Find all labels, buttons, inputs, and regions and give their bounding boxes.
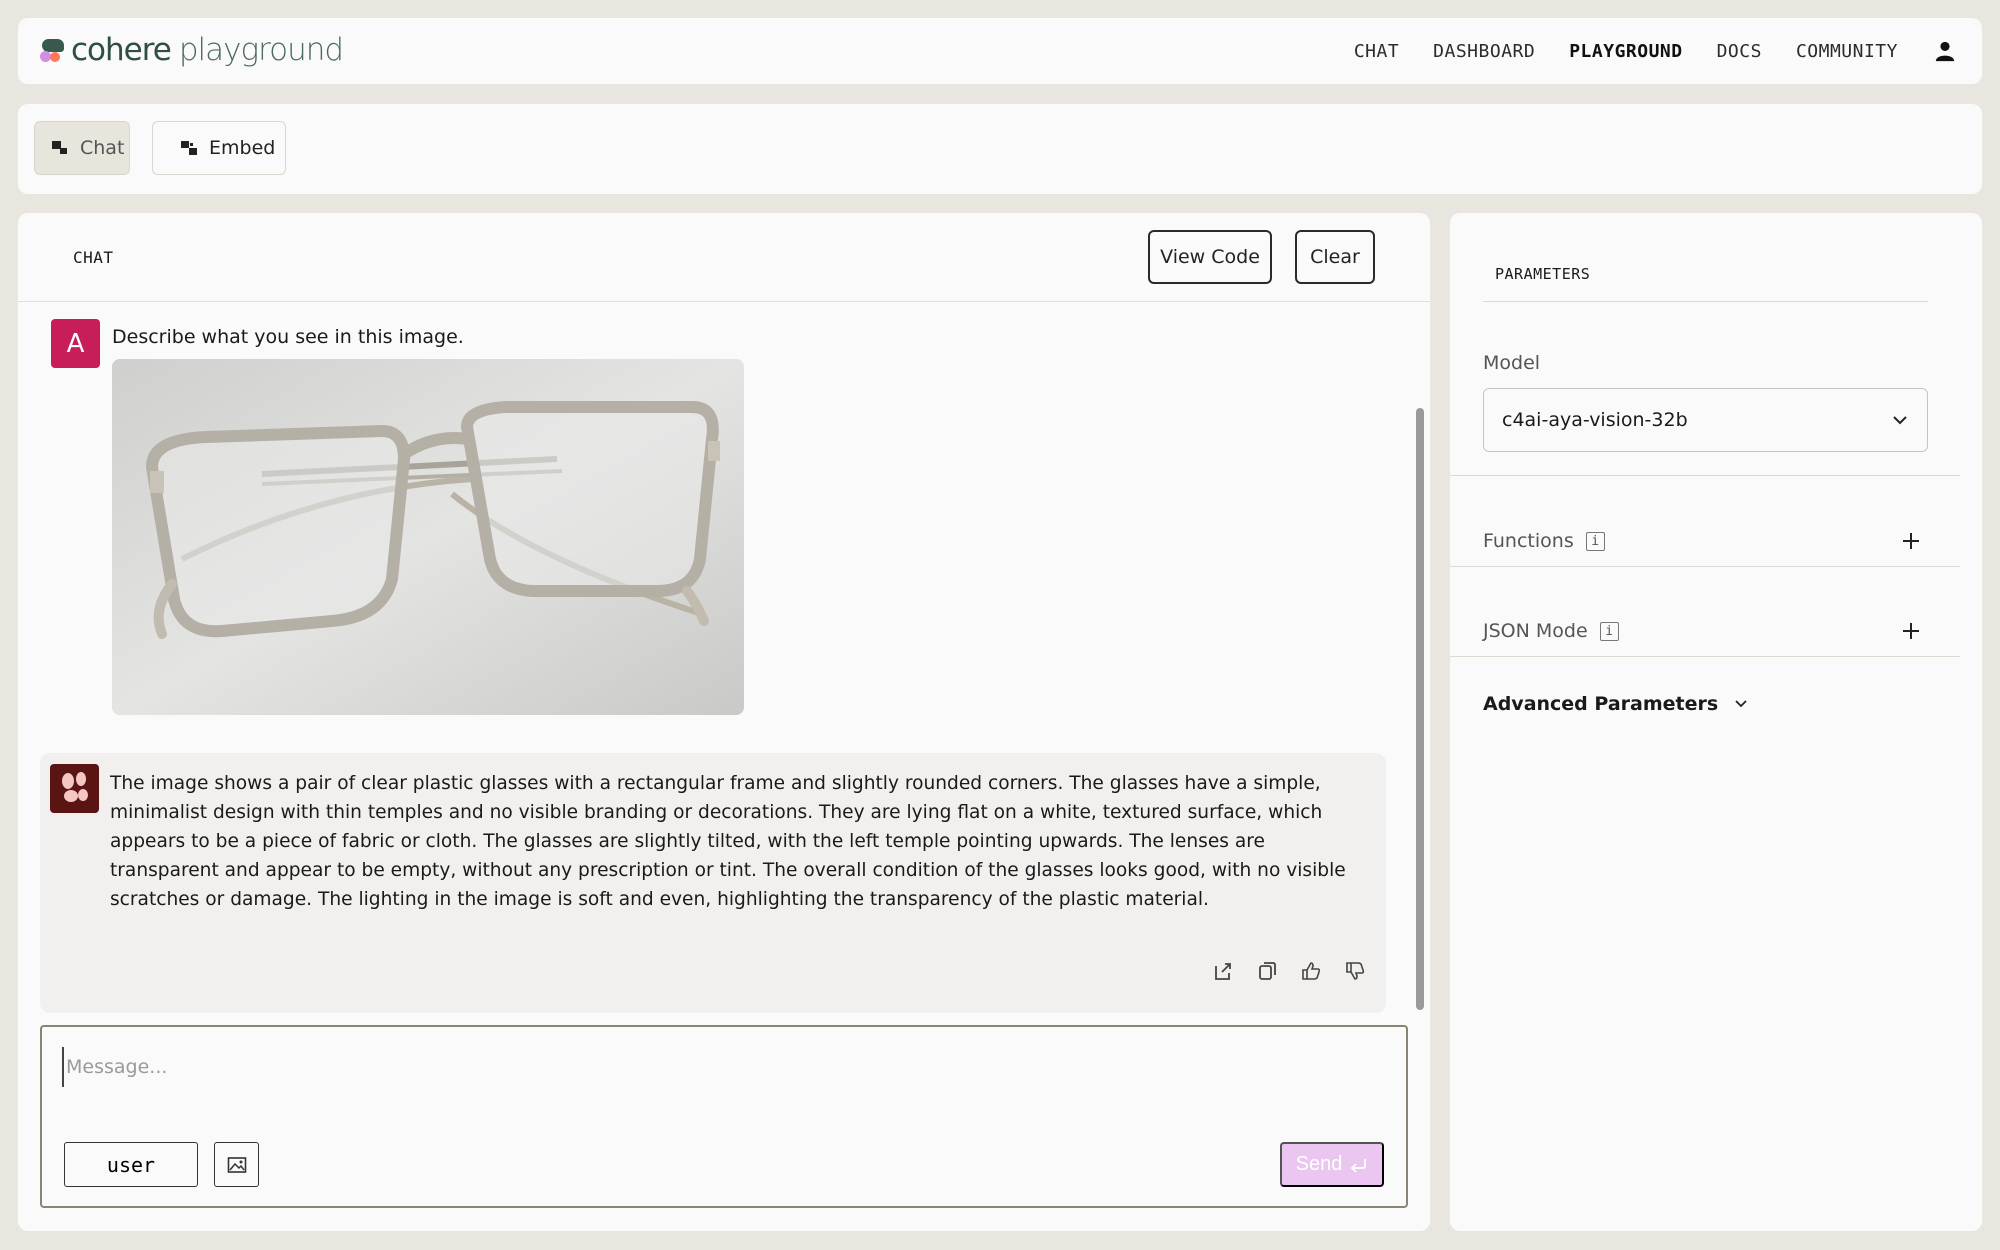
model-select[interactable]: c4ai-aya-vision-32b	[1483, 388, 1928, 452]
attach-image-button[interactable]	[214, 1142, 259, 1187]
chat-panel: CHAT View Code Clear A Describe what you…	[18, 213, 1430, 1231]
main-nav: CHAT DASHBOARD PLAYGROUND DOCS COMMUNITY	[1354, 18, 1898, 84]
glasses-photo	[112, 359, 744, 715]
message-actions	[1212, 960, 1366, 982]
logo-text-sub: playground	[178, 32, 344, 68]
plus-icon[interactable]	[1899, 529, 1923, 553]
enter-icon	[1351, 1158, 1367, 1173]
parameters-title: PARAMETERS	[1495, 265, 1591, 283]
message-input[interactable]	[62, 1047, 1362, 1087]
chat-header: CHAT View Code Clear	[18, 213, 1430, 302]
advanced-parameters-toggle[interactable]: Advanced Parameters	[1483, 693, 1748, 715]
top-navbar: cohere playground CHAT DASHBOARD PLAYGRO…	[18, 18, 1982, 84]
logo-text-main: cohere	[71, 32, 172, 68]
send-button-label: Send	[1295, 1153, 1343, 1175]
chevron-down-icon	[1735, 700, 1747, 708]
tab-chat-label: Chat	[80, 137, 125, 159]
send-button[interactable]: Send	[1280, 1142, 1384, 1187]
user-avatar: A	[51, 319, 100, 368]
user-message: Describe what you see in this image.	[112, 326, 464, 348]
advanced-parameters-label: Advanced Parameters	[1483, 693, 1719, 715]
json-mode-row[interactable]: JSON Mode i	[1483, 611, 1923, 651]
nav-playground[interactable]: PLAYGROUND	[1569, 41, 1682, 62]
image-icon	[227, 1156, 246, 1173]
user-icon[interactable]	[1934, 40, 1956, 62]
thumbs-down-icon[interactable]	[1344, 960, 1366, 982]
functions-row[interactable]: Functions i	[1483, 521, 1923, 561]
functions-label: Functions	[1483, 530, 1574, 552]
nav-community[interactable]: COMMUNITY	[1796, 41, 1898, 62]
divider	[1483, 301, 1928, 302]
divider	[1450, 656, 1960, 657]
chat-icon	[52, 141, 67, 154]
divider	[1450, 566, 1960, 567]
chevron-down-icon	[1893, 416, 1907, 425]
clear-button[interactable]: Clear	[1295, 230, 1375, 284]
nav-chat[interactable]: CHAT	[1354, 41, 1399, 62]
copy-icon[interactable]	[1256, 960, 1278, 982]
json-mode-label: JSON Mode	[1483, 620, 1588, 642]
model-label: Model	[1483, 352, 1541, 374]
chat-title: CHAT	[73, 248, 114, 267]
model-select-value: c4ai-aya-vision-32b	[1502, 409, 1688, 431]
role-toggle-button[interactable]: user	[64, 1142, 198, 1187]
nav-dashboard[interactable]: DASHBOARD	[1433, 41, 1535, 62]
share-icon[interactable]	[1212, 960, 1234, 982]
tab-embed[interactable]: Embed	[152, 121, 286, 175]
thumbs-up-icon[interactable]	[1300, 960, 1322, 982]
embed-icon	[181, 141, 197, 155]
divider	[1450, 475, 1960, 476]
aya-logo-icon	[62, 772, 88, 802]
parameters-panel: PARAMETERS Model c4ai-aya-vision-32b Fun…	[1450, 213, 1982, 1231]
attached-image	[112, 359, 744, 715]
mode-tabs-bar: Chat Embed	[18, 104, 1982, 194]
plus-icon[interactable]	[1899, 619, 1923, 643]
info-icon[interactable]: i	[1599, 621, 1619, 641]
cohere-logo-icon	[40, 37, 66, 63]
nav-docs[interactable]: DOCS	[1717, 41, 1762, 62]
tab-embed-label: Embed	[209, 137, 276, 159]
cohere-logo[interactable]: cohere playground	[40, 32, 344, 68]
view-code-button[interactable]: View Code	[1148, 230, 1272, 284]
assistant-message-text: The image shows a pair of clear plastic …	[110, 773, 1346, 910]
chat-scrollbar[interactable]	[1416, 408, 1424, 1010]
assistant-avatar	[50, 764, 99, 813]
info-icon[interactable]: i	[1585, 531, 1605, 551]
assistant-message-card: The image shows a pair of clear plastic …	[40, 753, 1386, 1013]
tab-chat[interactable]: Chat	[34, 121, 130, 175]
message-composer: user Send	[40, 1025, 1408, 1208]
